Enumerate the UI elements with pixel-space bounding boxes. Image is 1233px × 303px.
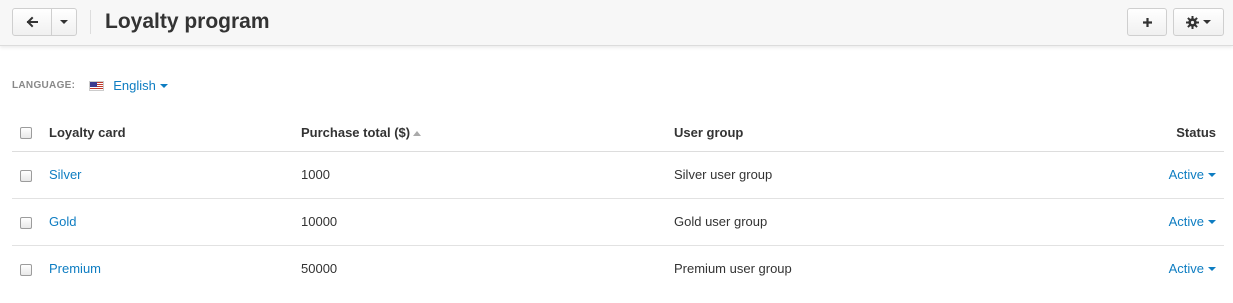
- status-label: Active: [1168, 214, 1204, 229]
- settings-button[interactable]: [1173, 8, 1224, 36]
- user-group-cell: Premium user group: [674, 261, 792, 277]
- loyalty-table: Loyalty card Purchase total ($) User gro…: [12, 114, 1224, 292]
- purchase-total-cell: 50000: [301, 261, 338, 277]
- status-cell: Active: [1048, 198, 1224, 246]
- user-group-cell: Silver user group: [674, 151, 1049, 199]
- page-title: Loyalty program: [105, 10, 270, 33]
- us-flag-icon: [89, 80, 105, 91]
- column-header-loyalty-card: Loyalty card: [49, 114, 301, 152]
- select-all-cell: [12, 114, 49, 152]
- card-name-cell: Silver: [49, 151, 301, 199]
- status-cell: Active: [1048, 245, 1224, 292]
- chevron-down-icon: [159, 83, 168, 88]
- table-header-row: Loyalty card Purchase total ($) User gro…: [12, 114, 1224, 152]
- arrow-left-icon: [26, 16, 38, 28]
- gear-icon: [1186, 15, 1199, 29]
- status-dropdown[interactable]: Active: [1169, 261, 1216, 276]
- user-group-cell: Gold user group: [674, 198, 1049, 246]
- table-row: Gold 10000 Gold user group Active: [12, 198, 1224, 246]
- toolbar-divider: [90, 10, 91, 34]
- row-select-cell: [12, 198, 49, 246]
- status-label: Active: [1168, 261, 1204, 277]
- row-select-cell: [12, 245, 49, 292]
- card-name-cell: Premium: [49, 245, 301, 292]
- status-label: Active: [1168, 167, 1204, 182]
- back-dropdown-button[interactable]: [51, 8, 77, 36]
- top-toolbar: Loyalty program: [0, 0, 1233, 46]
- status-dropdown[interactable]: Active: [1169, 214, 1216, 229]
- sort-asc-icon: [413, 130, 422, 136]
- chevron-down-icon: [1208, 219, 1216, 224]
- column-header-user-group: User group: [674, 114, 1049, 152]
- row-checkbox[interactable]: [20, 263, 32, 276]
- language-dropdown[interactable]: English: [113, 78, 168, 93]
- row-checkbox[interactable]: [20, 216, 32, 229]
- add-button[interactable]: [1127, 8, 1167, 36]
- row-checkbox[interactable]: [20, 169, 32, 182]
- column-header-purchase-total-label: Purchase total ($): [301, 124, 411, 140]
- status-cell: Active: [1048, 151, 1224, 199]
- table-row: Premium 50000 Premium user group Active: [12, 245, 1224, 292]
- purchase-total-cell: 10000: [301, 198, 674, 246]
- plus-icon: [1142, 17, 1152, 27]
- chevron-down-icon: [60, 20, 68, 24]
- language-value: English: [113, 78, 156, 93]
- card-name-link[interactable]: Premium: [49, 261, 101, 276]
- column-header-status: Status: [1048, 114, 1224, 152]
- column-header-purchase-total[interactable]: Purchase total ($): [301, 114, 674, 152]
- table-row: Silver 1000 Silver user group Active: [12, 151, 1224, 199]
- select-all-checkbox[interactable]: [20, 127, 32, 140]
- card-name-link[interactable]: Gold: [49, 214, 76, 229]
- row-select-cell: [12, 151, 49, 199]
- status-dropdown[interactable]: Active: [1169, 167, 1216, 182]
- purchase-total-cell: 1000: [301, 151, 674, 199]
- chevron-down-icon: [1208, 266, 1216, 271]
- chevron-down-icon: [1203, 20, 1211, 24]
- language-selector: LANGUAGE: English: [12, 78, 168, 93]
- card-name-link[interactable]: Silver: [49, 167, 82, 182]
- card-name-cell: Gold: [49, 198, 301, 246]
- back-button[interactable]: [12, 8, 52, 36]
- language-label: LANGUAGE:: [12, 80, 76, 91]
- chevron-down-icon: [1208, 172, 1216, 177]
